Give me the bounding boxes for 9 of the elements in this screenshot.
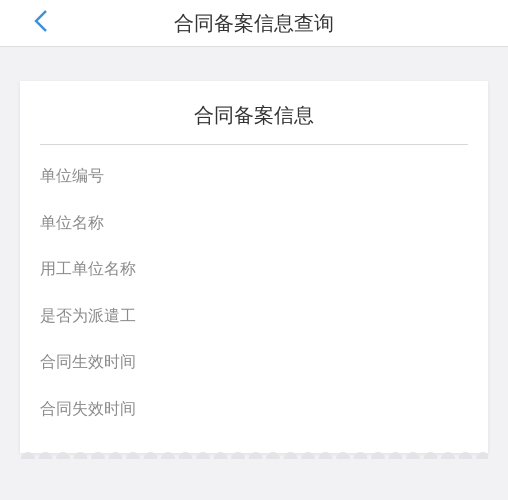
field-label: 合同生效时间 [40,352,136,372]
card-title: 合同备案信息 [194,102,314,128]
field-label: 单位编号 [40,166,104,186]
field-label: 是否为派遣工 [40,306,136,326]
field-label: 单位名称 [40,212,104,233]
field-label: 用工单位名称 [40,259,136,280]
page-title: 合同备案信息查询 [174,10,334,36]
field-label: 合同失效时间 [40,398,136,419]
back-icon[interactable] [34,10,48,32]
